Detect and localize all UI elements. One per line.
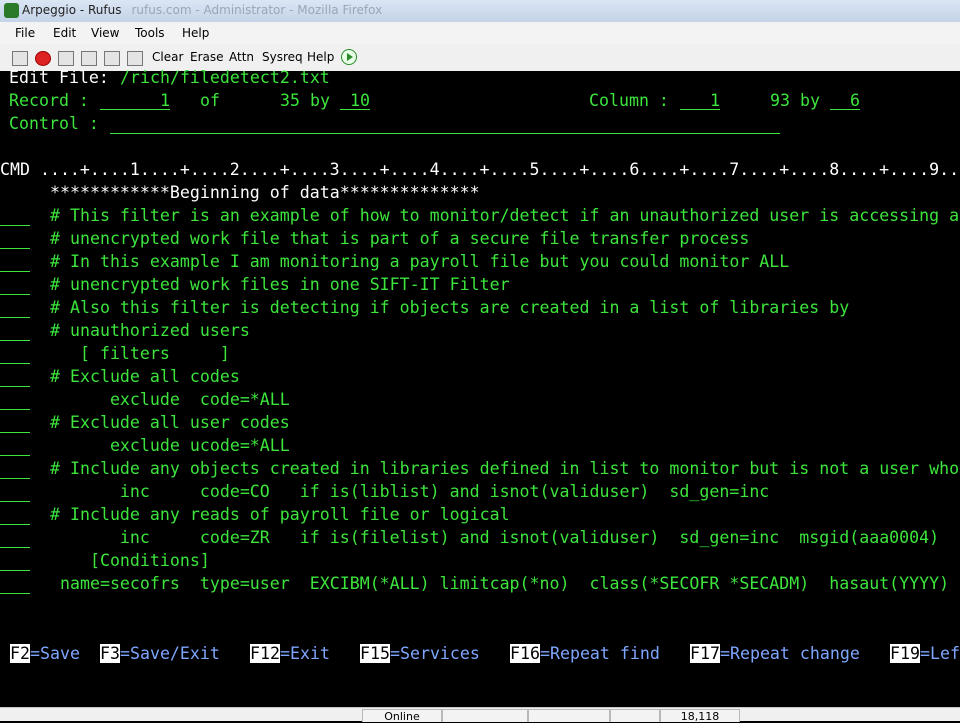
menu-view[interactable]: View [91, 26, 119, 40]
status-cell-empty [442, 709, 528, 722]
of-label: of [200, 91, 220, 110]
record-total: 35 [280, 91, 300, 110]
source-line[interactable]: # Also this filter is detecting if objec… [50, 298, 849, 318]
line-command-field[interactable] [0, 294, 30, 295]
col-by-field[interactable]: 6 [850, 91, 860, 111]
window-title-bar: Arpeggio - Rufus rufus.com - Administrato… [0, 0, 960, 22]
beginning-of-data: ************Beginning of data***********… [50, 183, 480, 202]
menu-file[interactable]: File [15, 26, 35, 40]
line-command-field[interactable] [0, 363, 30, 364]
edit-file-label: Edit File: [9, 68, 109, 87]
f12-exit-key[interactable]: F12=Exit [250, 644, 330, 664]
menu-help[interactable]: Help [182, 26, 209, 40]
by-label: by [310, 91, 330, 110]
app-icon [4, 3, 19, 18]
line-command-field[interactable] [0, 248, 30, 249]
play-icon[interactable] [341, 49, 357, 65]
column-label: Column : [589, 91, 669, 110]
f3-save-exit-key[interactable]: F3=Save/Exit [100, 644, 220, 664]
record-label: Record : [9, 91, 89, 110]
source-line[interactable]: [ filters ] [50, 344, 230, 364]
col-by-label: by [800, 91, 820, 110]
control-field[interactable] [110, 133, 780, 134]
record-field[interactable]: 1 [160, 91, 170, 111]
by-field[interactable]: 10 [350, 91, 370, 111]
menu-bar: File Edit View Tools Help [0, 22, 960, 44]
terminal-screen: Edit File: /rich/filedetect2.txt Record … [0, 68, 960, 707]
disk-icon[interactable] [12, 51, 28, 66]
control-label: Control : [9, 114, 99, 133]
source-line[interactable]: # Include any objects created in librari… [50, 459, 959, 479]
source-line[interactable]: # This filter is an example of how to mo… [50, 206, 959, 226]
bug-icon[interactable] [35, 51, 51, 66]
column-total: 93 [770, 91, 790, 110]
source-line[interactable]: inc code=ZR if is(filelist) and isnot(va… [50, 528, 939, 548]
line-command-field[interactable] [0, 340, 30, 341]
source-line[interactable]: # Include any reads of payroll file or l… [50, 505, 510, 525]
erase-button[interactable]: Erase [190, 50, 224, 64]
source-line[interactable]: # Exclude all user codes [50, 413, 290, 433]
line-command-field[interactable] [0, 271, 30, 272]
column-field[interactable]: 1 [710, 91, 720, 111]
source-line[interactable]: # In this example I am monitoring a payr… [50, 252, 789, 272]
line-command-field[interactable] [0, 317, 30, 318]
menu-tools[interactable]: Tools [135, 26, 165, 40]
f17-repeat-change-key[interactable]: F17=Repeat change [690, 644, 860, 664]
column-ruler: CMD ....+....1....+....2....+....3....+.… [0, 160, 960, 179]
clear-button[interactable]: Clear [152, 50, 183, 64]
attn-button[interactable]: Attn [229, 50, 254, 64]
cursor-position: 18,118 [660, 709, 740, 723]
source-line[interactable]: [Conditions] [50, 551, 210, 571]
line-command-field[interactable] [0, 570, 30, 571]
print-icon[interactable] [104, 51, 120, 66]
line-command-field[interactable] [0, 432, 30, 433]
source-line[interactable]: exclude ucode=*ALL [50, 436, 290, 456]
status-bar: Online 18,118 [0, 707, 960, 723]
f15-services-key[interactable]: F15=Services [360, 644, 480, 664]
copy-icon[interactable] [58, 51, 74, 66]
f2-save-key[interactable]: F2=Save [10, 644, 80, 664]
sysreq-button[interactable]: Sysreq [262, 50, 303, 64]
paste-icon[interactable] [81, 51, 97, 66]
line-command-field[interactable] [0, 547, 30, 548]
line-command-field[interactable] [0, 593, 30, 594]
source-line[interactable]: # unauthorized users [50, 321, 250, 341]
window-title: Arpeggio - Rufus rufus.com - Administrato… [22, 3, 383, 17]
f19-left-key[interactable]: F19=Lef [890, 644, 960, 664]
line-command-field[interactable] [0, 455, 30, 456]
source-line[interactable]: inc code=CO if is(liblist) and isnot(val… [50, 482, 769, 502]
connection-status: Online [362, 709, 442, 723]
line-command-field[interactable] [0, 524, 30, 525]
source-line[interactable]: # Exclude all codes [50, 367, 240, 387]
line-command-field[interactable] [0, 225, 30, 226]
background-window-title: rufus.com - Administrator - Mozilla Fire… [131, 3, 383, 17]
capture-icon[interactable] [127, 51, 143, 66]
f16-repeat-find-key[interactable]: F16=Repeat find [510, 644, 660, 664]
line-command-field[interactable] [0, 501, 30, 502]
status-cell-empty [528, 709, 610, 722]
line-command-field[interactable] [0, 478, 30, 479]
line-command-field[interactable] [0, 409, 30, 410]
status-cell-empty [610, 709, 660, 722]
line-command-field[interactable] [0, 386, 30, 387]
source-line[interactable]: exclude code=*ALL [50, 390, 290, 410]
source-line[interactable]: # unencrypted work file that is part of … [50, 229, 749, 249]
source-line[interactable]: # unencrypted work files in one SIFT-IT … [50, 275, 510, 295]
help-button[interactable]: Help [307, 50, 334, 64]
source-line[interactable]: name=secofrs type=user EXCIBM(*ALL) limi… [50, 574, 949, 594]
menu-edit[interactable]: Edit [53, 26, 76, 40]
edit-file-path: /rich/filedetect2.txt [120, 68, 330, 87]
